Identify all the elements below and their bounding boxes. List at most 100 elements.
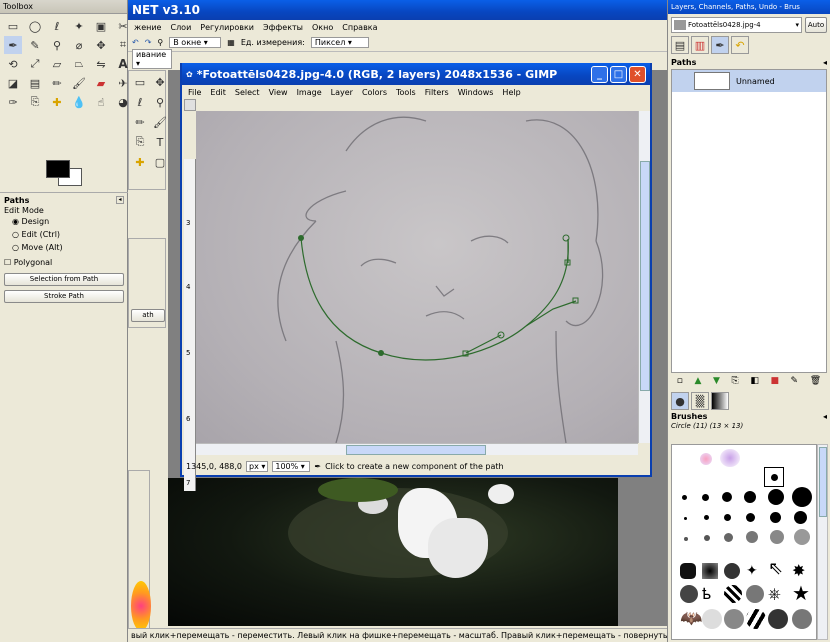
menu-view[interactable]: View <box>269 88 288 97</box>
eraser-icon[interactable]: ▰ <box>92 74 110 92</box>
measure-icon[interactable]: ⌀ <box>70 36 88 54</box>
flip-icon[interactable]: ⇋ <box>92 55 110 73</box>
pn-stamp-icon[interactable]: ⎘ <box>131 133 149 151</box>
vertical-scrollbar[interactable] <box>638 111 650 443</box>
pn-menu-window[interactable]: Окно <box>312 23 333 32</box>
maximize-button[interactable]: □ <box>610 65 627 83</box>
pn-star-icon[interactable]: ✚ <box>131 153 149 171</box>
menu-image[interactable]: Image <box>297 88 322 97</box>
radio-edit[interactable]: ○ Edit (Ctrl) <box>0 228 128 241</box>
smudge-icon[interactable]: ☝ <box>92 93 110 111</box>
path-to-selection-icon[interactable]: ◧ <box>750 376 759 386</box>
blur-icon[interactable]: 💧 <box>70 93 88 111</box>
tab-paths-icon[interactable]: ✒ <box>711 36 729 54</box>
menu-file[interactable]: File <box>188 88 201 97</box>
zoom-icon[interactable]: ⚲ <box>157 38 163 47</box>
tab-channels-icon[interactable]: ▥ <box>691 36 709 54</box>
zoom-select[interactable]: В окне ▾ <box>169 37 222 48</box>
clone-icon[interactable]: ⎘ <box>26 93 44 111</box>
pn-menu-adjust[interactable]: Регулировки <box>200 23 254 32</box>
pn-menu-effects[interactable]: Эффекты <box>263 23 303 32</box>
menu-tools[interactable]: Tools <box>396 88 416 97</box>
ink-icon[interactable]: ✑ <box>4 93 22 111</box>
delete-icon[interactable]: 🗑 <box>810 376 821 386</box>
menu-help[interactable]: Help <box>502 88 520 97</box>
paintbrush-icon[interactable]: 🖌 <box>70 74 88 92</box>
image-select[interactable]: Fotoattēls0428.jpg-4 ▾ <box>671 17 802 33</box>
radio-move[interactable]: ○ Move (Alt) <box>0 241 128 254</box>
pn-menu-image[interactable]: жение <box>134 23 161 32</box>
shear-icon[interactable]: ▱ <box>48 55 66 73</box>
pn-shape-icon[interactable]: ▢ <box>151 153 169 171</box>
layers-dock-titlebar[interactable]: Layers, Channels, Paths, Undo - Brus <box>668 0 830 14</box>
toolbox-titlebar[interactable]: Toolbox <box>0 0 127 14</box>
brushes-menu-icon[interactable]: ◂ <box>823 412 827 421</box>
heal-icon[interactable]: ✚ <box>48 93 66 111</box>
pn-menu-layers[interactable]: Слои <box>170 23 191 32</box>
lower-icon[interactable]: ▼ <box>713 376 720 386</box>
fuzzy-select-icon[interactable]: ✦ <box>70 17 88 35</box>
move-icon[interactable]: ✥ <box>92 36 110 54</box>
blend-mode-select[interactable]: ивание ▾ <box>132 49 172 69</box>
stroke-icon[interactable]: ✎ <box>791 376 799 386</box>
menu-edit[interactable]: Edit <box>210 88 226 97</box>
radio-design[interactable]: ◉ Design <box>0 215 128 228</box>
rect-select-icon[interactable]: ▭ <box>4 17 22 35</box>
minimize-button[interactable]: _ <box>591 65 608 83</box>
horizontal-scrollbar[interactable] <box>196 443 638 455</box>
scale-icon[interactable]: ⤢ <box>26 55 44 73</box>
image-canvas[interactable] <box>196 111 638 443</box>
raise-icon[interactable]: ▲ <box>695 376 702 386</box>
close-button[interactable]: ✕ <box>629 65 646 83</box>
vertical-ruler[interactable]: 3 4 5 6 7 <box>184 159 196 491</box>
tab-gradients-icon[interactable] <box>711 392 729 410</box>
tab-brushes-icon[interactable]: ● <box>671 392 689 410</box>
color-select-icon[interactable]: ▣ <box>92 17 110 35</box>
polygonal-checkbox[interactable]: ☐ Polygonal <box>0 254 128 271</box>
tab-layers-icon[interactable]: ▤ <box>671 36 689 54</box>
tab-patterns-icon[interactable]: ▒ <box>691 392 709 410</box>
pn-zoom-icon[interactable]: ⚲ <box>151 93 169 111</box>
menu-layer[interactable]: Layer <box>331 88 353 97</box>
gimp-titlebar[interactable]: ✿ *Fotoattēls0428.jpg-4.0 (RGB, 2 layers… <box>182 63 650 85</box>
zoom-select[interactable]: 100% ▾ <box>272 460 311 472</box>
menu-filters[interactable]: Filters <box>425 88 449 97</box>
ruler-corner[interactable] <box>184 99 196 111</box>
menu-colors[interactable]: Colors <box>362 88 387 97</box>
menu-select[interactable]: Select <box>235 88 260 97</box>
grid-icon[interactable]: ▦ <box>227 38 235 47</box>
stroke-path-button[interactable]: Stroke Path <box>4 290 124 303</box>
path-fragment-button[interactable]: ath <box>131 309 165 322</box>
perspective-icon[interactable]: ⏢ <box>70 55 88 73</box>
selection-from-path-button[interactable]: Selection from Path <box>4 273 124 286</box>
selection-to-path-icon[interactable]: ■ <box>770 376 779 386</box>
path-row[interactable]: Unnamed <box>672 70 826 92</box>
blend-icon[interactable]: ▤ <box>26 74 44 92</box>
new-path-icon[interactable]: ▫ <box>677 376 683 386</box>
bucket-fill-icon[interactable]: ◪ <box>4 74 22 92</box>
unit-select[interactable]: px ▾ <box>245 460 269 472</box>
pn-move-icon[interactable]: ✥ <box>151 73 169 91</box>
undo-icon[interactable]: ↶ <box>132 38 139 47</box>
paintnet-titlebar[interactable]: NET v3.10 <box>128 0 667 20</box>
pn-pencil-icon[interactable]: ✏ <box>131 113 149 131</box>
free-select-icon[interactable]: ℓ <box>48 17 66 35</box>
pn-lasso-icon[interactable]: ℓ <box>131 93 149 111</box>
paths-menu-icon[interactable]: ◂ <box>823 58 827 67</box>
pencil-icon[interactable]: ✏ <box>48 74 66 92</box>
duplicate-icon[interactable]: ⎘ <box>732 376 739 386</box>
pn-menu-help[interactable]: Справка <box>342 23 377 32</box>
paths-tool-icon[interactable]: ✒ <box>4 36 22 54</box>
brush-grid-scrollbar[interactable] <box>817 444 828 640</box>
tab-undo-icon[interactable]: ↶ <box>731 36 749 54</box>
panel-menu-icon[interactable]: ◂ <box>116 196 124 204</box>
path-name[interactable]: Unnamed <box>736 77 775 86</box>
pn-select-icon[interactable]: ▭ <box>131 73 149 91</box>
color-picker-icon[interactable]: ✎ <box>26 36 44 54</box>
auto-button[interactable]: Auto <box>805 17 827 33</box>
brush-grid[interactable]: ✦ ⇖ ✸ ҍ ⎈ ★ 🦇 <box>671 444 817 640</box>
menu-windows[interactable]: Windows <box>458 88 494 97</box>
pn-brush-icon[interactable]: 🖌 <box>151 113 169 131</box>
pn-text-icon[interactable]: T <box>151 133 169 151</box>
units-select[interactable]: Пиксел ▾ <box>310 37 369 48</box>
